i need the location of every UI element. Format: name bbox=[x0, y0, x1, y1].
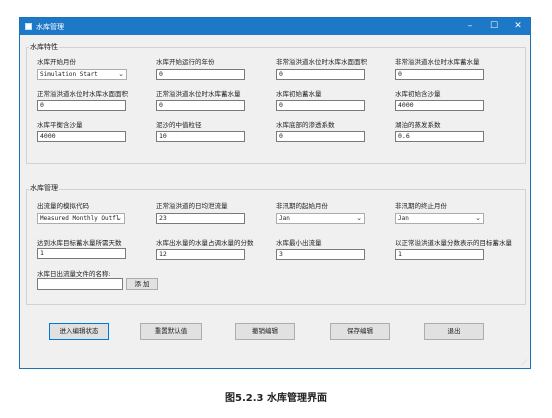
bottom-permeability-label: 水库底部的渗透系数 bbox=[276, 121, 335, 129]
normal-area-label: 正常溢洪道水位时水库水面面积 bbox=[37, 90, 128, 98]
nonflood-start-select[interactable]: Jan ⌄ bbox=[276, 213, 365, 224]
initial-storage-input[interactable]: 0 bbox=[276, 100, 365, 111]
minimize-button[interactable]: – bbox=[458, 18, 482, 35]
save-edit-button[interactable]: 保存编辑 bbox=[330, 323, 390, 340]
lake-evaporation-label: 湖泊的蒸发系数 bbox=[395, 121, 441, 129]
resize-grip-icon[interactable]: ⋰ bbox=[521, 359, 527, 366]
lake-evaporation-input[interactable]: 0.6 bbox=[395, 131, 484, 142]
abnormal-area-input[interactable]: 0 bbox=[276, 69, 365, 80]
normal-storage-label: 正常溢洪道水位时水库蓄水量 bbox=[156, 90, 241, 98]
outflow-method-label: 出流量的模拟代码 bbox=[37, 202, 89, 210]
median-particle-input[interactable]: 10 bbox=[156, 131, 245, 142]
maximize-button[interactable]: ☐ bbox=[482, 18, 506, 35]
initial-sediment-label: 水库初始含沙量 bbox=[395, 90, 441, 98]
chevron-down-icon: ⌄ bbox=[118, 70, 124, 78]
app-icon bbox=[25, 23, 32, 30]
window-title: 水库管理 bbox=[36, 23, 64, 31]
median-particle-label: 泥沙的中值粒径 bbox=[156, 121, 202, 129]
exit-button[interactable]: 退出 bbox=[424, 323, 484, 340]
normal-release-label: 正常溢洪道的日均泄流量 bbox=[156, 202, 228, 210]
nonflood-end-select[interactable]: Jan ⌄ bbox=[395, 213, 484, 224]
reservoir-management-title: 水库管理 bbox=[29, 183, 59, 193]
initial-sediment-input[interactable]: 4000 bbox=[395, 100, 484, 111]
target-days-input[interactable]: 1 bbox=[37, 248, 126, 259]
reservoir-management-window: 水库管理 – ☐ ✕ 水库特性 水库开始月份 Simulation Start ⌄… bbox=[19, 17, 531, 369]
reservoir-properties-title: 水库特性 bbox=[29, 42, 59, 52]
chevron-down-icon: ⌄ bbox=[356, 214, 362, 222]
add-file-button[interactable]: 添 加 bbox=[126, 278, 158, 290]
equilibrium-sediment-label: 水库平衡含沙量 bbox=[37, 121, 83, 129]
target-days-label: 达到水库目标蓄水量所需天数 bbox=[37, 239, 122, 247]
abnormal-storage-label: 非常溢洪道水位时水库蓄水量 bbox=[395, 58, 480, 66]
target-fraction-input[interactable]: 1 bbox=[395, 249, 484, 260]
normal-storage-input[interactable]: 0 bbox=[156, 100, 245, 111]
min-outflow-label: 水库最小出流量 bbox=[276, 239, 322, 247]
close-button[interactable]: ✕ bbox=[506, 18, 530, 35]
daily-outflow-file-label: 水库日出流量文件的名称: bbox=[37, 270, 111, 278]
min-outflow-input[interactable]: 3 bbox=[276, 249, 365, 260]
start-month-select[interactable]: Simulation Start ⌄ bbox=[37, 69, 127, 80]
nonflood-start-label: 非汛期的起始月份 bbox=[276, 202, 328, 210]
cancel-edit-button[interactable]: 撤销编辑 bbox=[235, 323, 295, 340]
normal-release-input[interactable]: 23 bbox=[156, 213, 245, 224]
outflow-fraction-input[interactable]: 12 bbox=[156, 249, 245, 260]
bottom-permeability-input[interactable]: 0 bbox=[276, 131, 365, 142]
equilibrium-sediment-input[interactable]: 4000 bbox=[37, 131, 126, 142]
reset-default-button[interactable]: 重置默认值 bbox=[140, 323, 202, 340]
start-year-label: 水库开始运行的年份 bbox=[156, 58, 215, 66]
outflow-method-select[interactable]: Measured Monthly Outfl ⌄ bbox=[37, 213, 125, 224]
start-month-label: 水库开始月份 bbox=[37, 58, 76, 66]
chevron-down-icon: ⌄ bbox=[116, 214, 122, 222]
abnormal-storage-input[interactable]: 0 bbox=[395, 69, 484, 80]
title-bar: 水库管理 – ☐ ✕ bbox=[20, 18, 530, 35]
outflow-fraction-label: 水库出水量的水量占调水量的分数 bbox=[156, 239, 254, 247]
initial-storage-label: 水库初始蓄水量 bbox=[276, 90, 322, 98]
nonflood-end-label: 非汛期的终止月份 bbox=[395, 202, 447, 210]
start-year-input[interactable]: 0 bbox=[156, 69, 245, 80]
figure-caption: 图5.2.3 水库管理界面 bbox=[225, 393, 327, 404]
normal-area-input[interactable]: 0 bbox=[37, 100, 126, 111]
abnormal-area-label: 非常溢洪道水位时水库水面面积 bbox=[276, 58, 367, 66]
target-fraction-label: 以正常溢洪道水量分数表示的目标蓄水量 bbox=[395, 239, 512, 247]
daily-outflow-file-input[interactable] bbox=[37, 278, 123, 290]
enter-edit-mode-button[interactable]: 进入编辑状态 bbox=[49, 323, 109, 340]
chevron-down-icon: ⌄ bbox=[475, 214, 481, 222]
